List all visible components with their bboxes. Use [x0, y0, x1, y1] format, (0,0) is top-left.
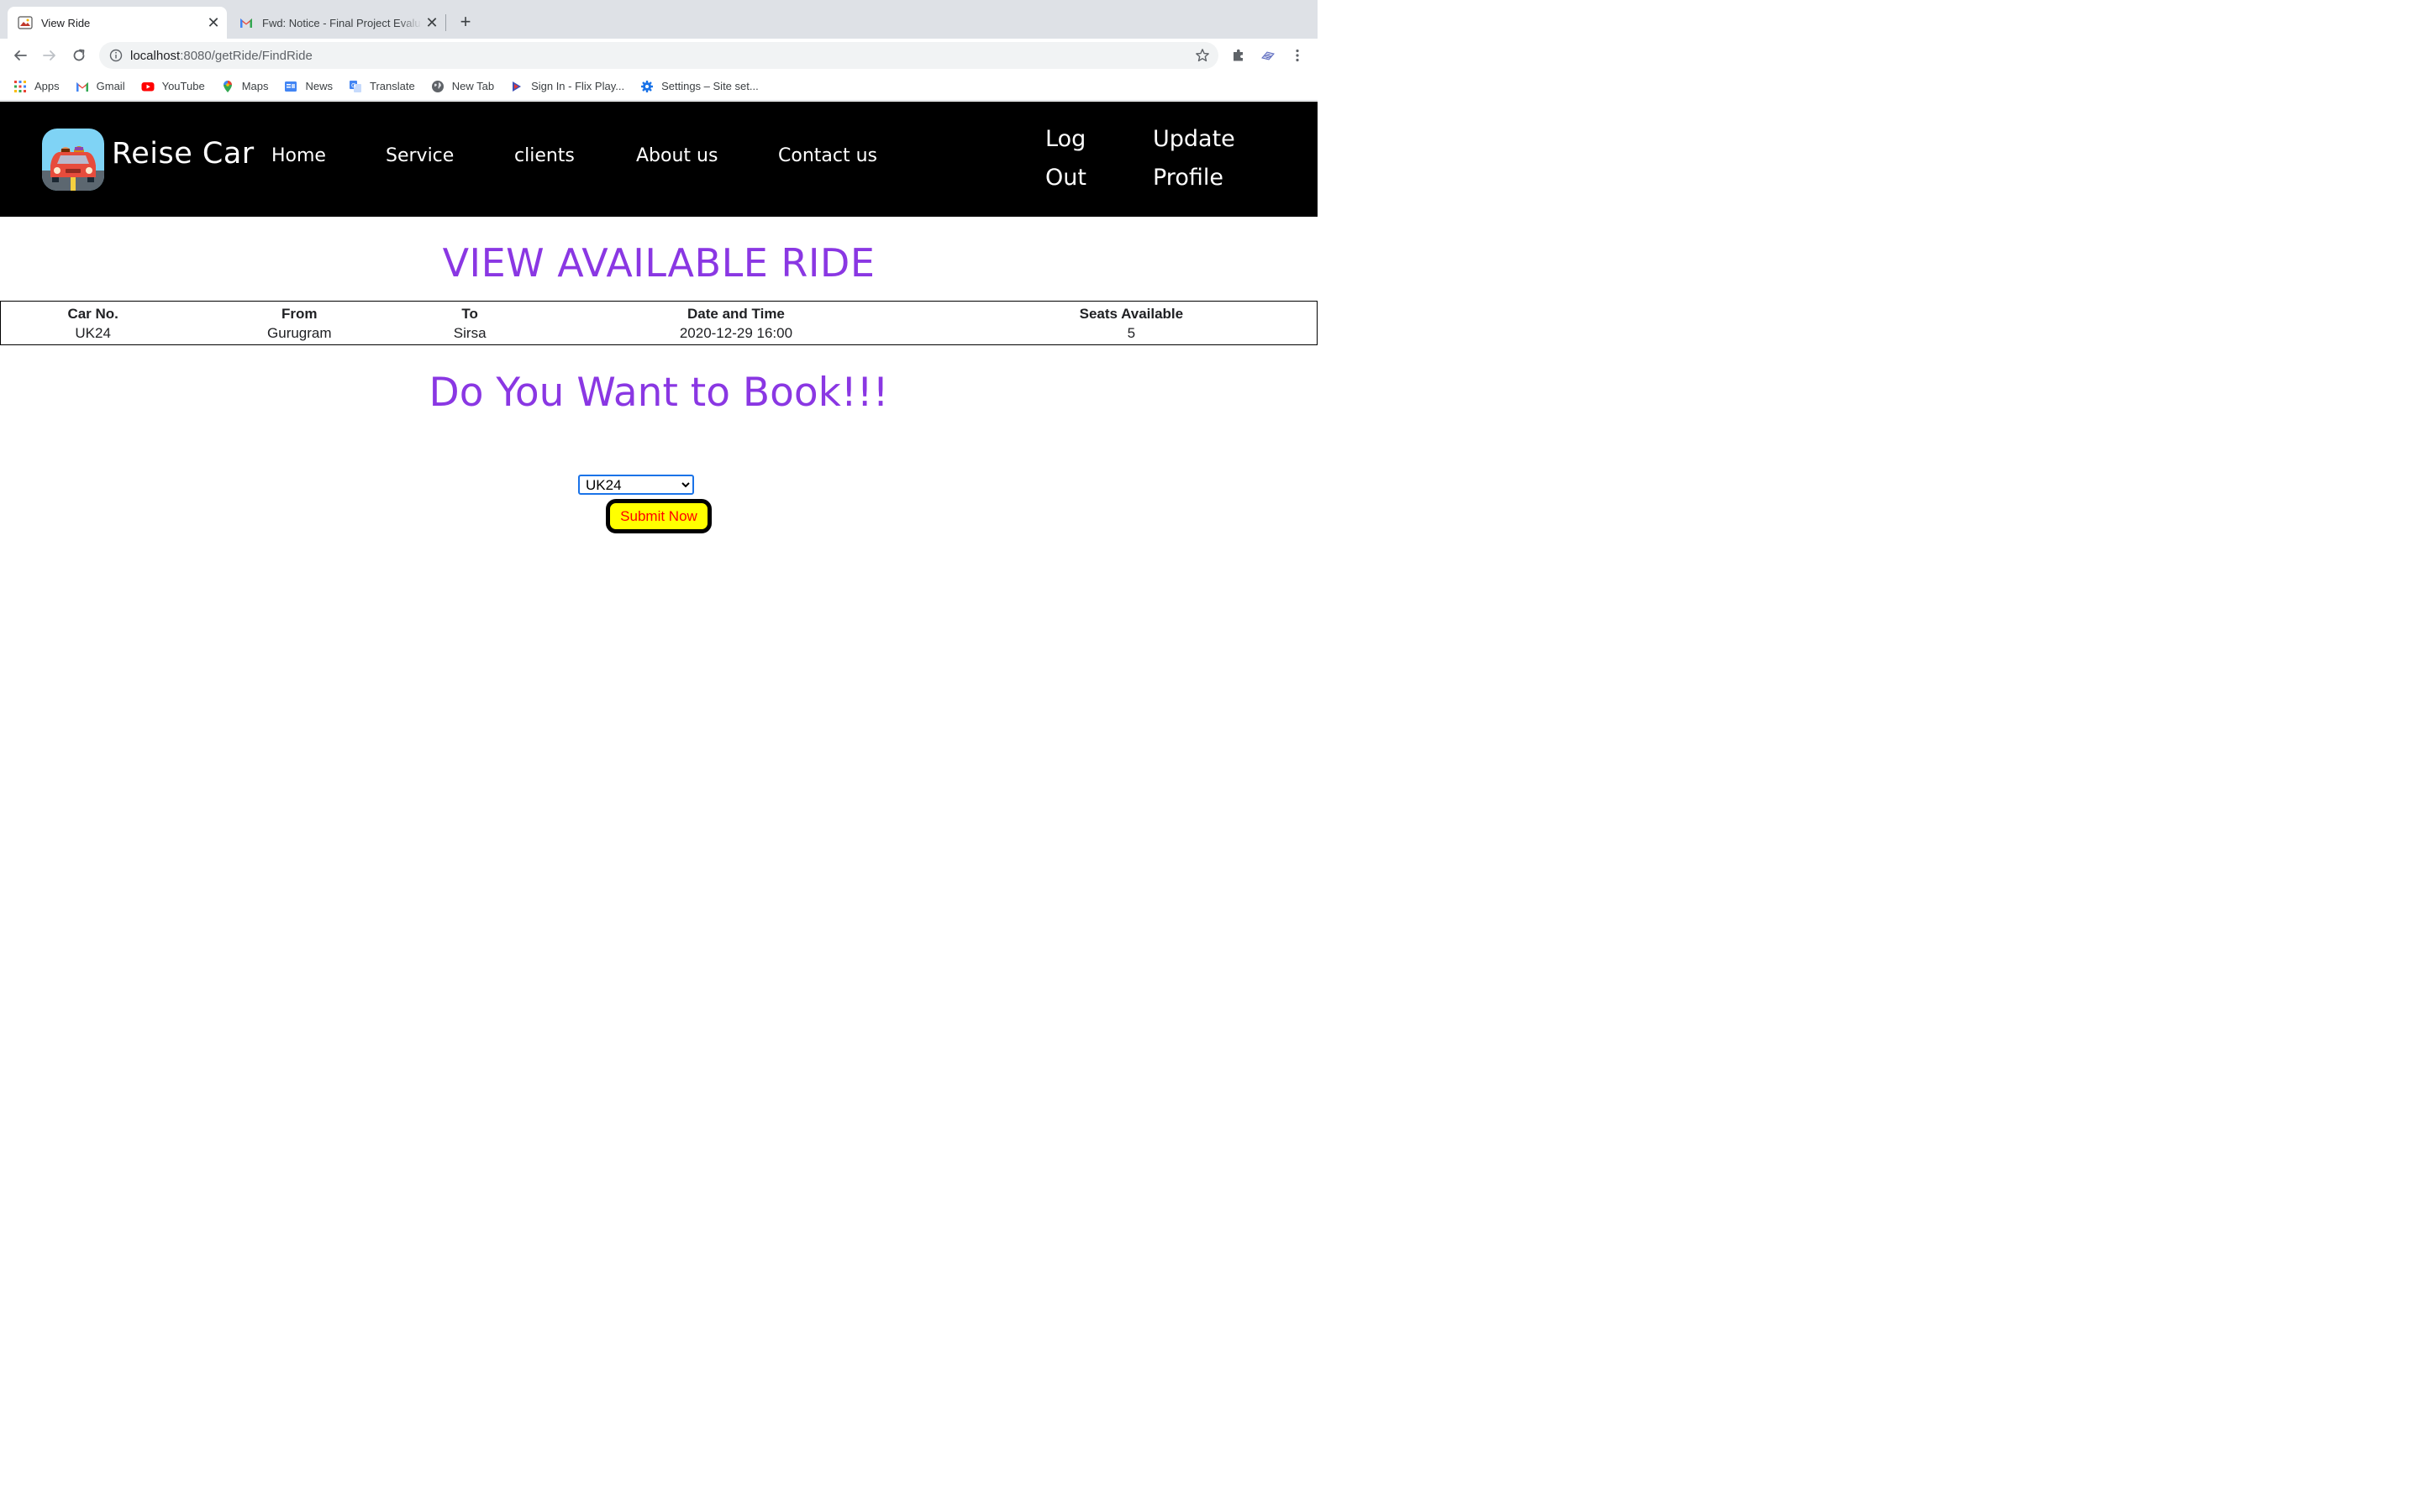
tab-view-ride[interactable]: View Ride ✕ — [8, 7, 227, 39]
bookmark-label: YouTube — [161, 80, 205, 92]
close-tab-icon[interactable]: ✕ — [203, 13, 224, 33]
flix-play-icon — [510, 80, 523, 93]
cell-from: Gurugram — [267, 324, 332, 341]
nav-update-profile-line1: Update — [1153, 126, 1235, 152]
cell-seats-available: 5 — [1127, 324, 1136, 341]
bookmark-label: Translate — [370, 80, 415, 92]
bookmark-label: Maps — [241, 80, 269, 92]
nav-contact-us[interactable]: Contact us — [778, 145, 877, 166]
bookmark-youtube[interactable]: YouTube — [141, 80, 205, 93]
bookmark-label: Sign In - Flix Play... — [531, 80, 625, 92]
forward-arrow-icon[interactable] — [38, 44, 61, 67]
cell-to: Sirsa — [453, 324, 487, 341]
header-to: To — [461, 306, 478, 323]
globe-icon — [431, 80, 445, 93]
header-seats-available: Seats Available — [1079, 306, 1184, 323]
gmail-favicon-icon — [239, 15, 254, 30]
car-number-select[interactable]: UK24 — [578, 475, 694, 495]
site-info-icon[interactable] — [109, 49, 123, 62]
url-host: localhost — [130, 48, 181, 63]
address-bar[interactable]: localhost:8080/getRide/FindRide — [99, 42, 1218, 69]
extensions-puzzle-icon[interactable] — [1230, 47, 1247, 64]
tab-title: Fwd: Notice - Final Project Evaluation — [262, 16, 422, 29]
brand-name[interactable]: Reise Car — [112, 137, 255, 171]
nav-log-out-line1: Log — [1045, 126, 1086, 152]
submit-now-button[interactable]: Submit Now — [606, 499, 712, 533]
bookmark-label: New Tab — [451, 80, 495, 92]
gmail-icon — [76, 80, 89, 93]
bookmark-flix-play[interactable]: Sign In - Flix Play... — [510, 80, 624, 93]
cell-date-time: 2020-12-29 16:00 — [679, 324, 793, 341]
nav-about-us[interactable]: About us — [636, 145, 718, 166]
nav-log-out[interactable]: Log Out — [1045, 120, 1086, 197]
bookmark-label: Apps — [34, 80, 60, 92]
nav-update-profile-line2: Profile — [1153, 165, 1223, 191]
apps-grid-icon — [13, 80, 27, 93]
reise-car-logo[interactable] — [42, 129, 104, 191]
maps-pin-icon — [221, 80, 234, 93]
url-text: localhost:8080/getRide/FindRide — [130, 49, 313, 63]
bookmark-apps[interactable]: Apps — [13, 80, 60, 93]
browser-toolbar: localhost:8080/getRide/FindRide — [0, 39, 1318, 72]
nav-update-profile[interactable]: Update Profile — [1153, 120, 1235, 197]
bookmark-star-icon[interactable] — [1195, 48, 1210, 63]
bookmark-gmail[interactable]: Gmail — [76, 80, 125, 93]
cell-car-no: UK24 — [75, 324, 111, 341]
youtube-icon — [141, 80, 155, 93]
bookmark-new-tab[interactable]: New Tab — [431, 80, 494, 93]
rides-table: Car No. From To Date and Time Seats Avai… — [0, 301, 1318, 345]
settings-gear-icon — [640, 80, 654, 93]
bookmark-news[interactable]: News — [284, 80, 333, 93]
news-icon — [284, 80, 297, 93]
bookmarks-bar: Apps Gmail YouTube Maps News G Translate — [0, 72, 1318, 101]
table-row: UK24 Gurugram Sirsa 2020-12-29 16:00 5 — [1, 324, 1318, 345]
translate-icon: G — [349, 80, 362, 93]
bookmark-translate[interactable]: G Translate — [349, 80, 415, 93]
site-header: Reise Car Home Service clients About us … — [0, 102, 1318, 217]
bookmark-settings[interactable]: Settings – Site set... — [640, 80, 759, 93]
svg-text:G: G — [351, 82, 355, 89]
tab-separator — [445, 14, 446, 31]
nav-service[interactable]: Service — [386, 145, 454, 166]
bookmark-label: Settings – Site set... — [661, 80, 759, 92]
bookmark-label: News — [305, 80, 333, 92]
new-tab-plus-icon[interactable]: + — [455, 11, 476, 32]
close-tab-icon[interactable]: ✕ — [422, 13, 442, 33]
url-path: :8080/getRide/FindRide — [180, 48, 313, 63]
bookmark-maps[interactable]: Maps — [221, 80, 269, 93]
table-header-row: Car No. From To Date and Time Seats Avai… — [1, 302, 1318, 324]
book-prompt-heading: Do You Want to Book!!! — [429, 370, 889, 416]
nav-log-out-line2: Out — [1045, 165, 1086, 191]
header-date-time: Date and Time — [687, 306, 785, 323]
header-car-no: Car No. — [67, 306, 118, 323]
back-arrow-icon[interactable] — [8, 44, 32, 67]
tab-title: View Ride — [41, 16, 91, 29]
bookmark-label: Gmail — [96, 80, 125, 92]
nav-home[interactable]: Home — [271, 145, 326, 166]
nav-clients[interactable]: clients — [514, 145, 575, 166]
car-favicon-icon — [18, 15, 33, 30]
tab-strip: View Ride ✕ Fwd: Notice - Final Project … — [0, 0, 1318, 39]
extension-icon[interactable] — [1260, 47, 1276, 64]
browser-menu-kebab-icon[interactable] — [1289, 47, 1306, 64]
tab-gmail-notice[interactable]: Fwd: Notice - Final Project Evaluation ✕ — [229, 7, 445, 39]
page-title: VIEW AVAILABLE RIDE — [442, 240, 876, 286]
header-from: From — [281, 306, 318, 323]
reload-icon[interactable] — [67, 44, 91, 67]
